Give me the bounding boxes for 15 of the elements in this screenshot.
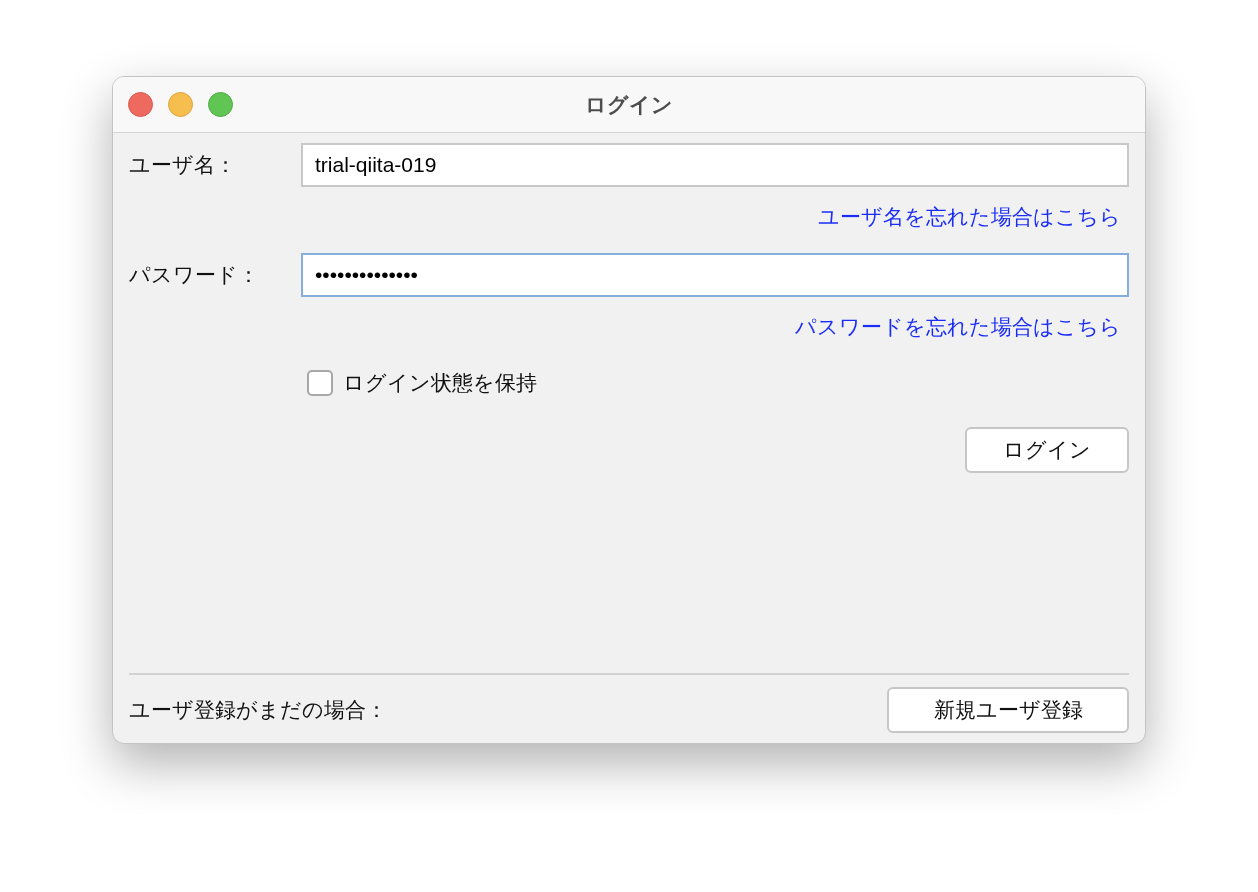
forgot-password-link[interactable]: パスワードを忘れた場合はこちら [795, 313, 1121, 341]
password-field[interactable]: •••••••••••••• [301, 253, 1129, 297]
login-button[interactable]: ログイン [965, 427, 1129, 473]
username-field[interactable]: trial-qiita-019 [301, 143, 1129, 187]
register-button[interactable]: 新規ユーザ登録 [887, 687, 1129, 733]
password-label: パスワード： [129, 262, 260, 288]
remember-label: ログイン状態を保持 [343, 370, 537, 396]
minimize-button[interactable] [168, 92, 193, 117]
forgot-username-link[interactable]: ユーザ名を忘れた場合はこちら [818, 203, 1121, 231]
close-button[interactable] [128, 92, 153, 117]
zoom-button[interactable] [208, 92, 233, 117]
remember-checkbox[interactable] [307, 370, 333, 396]
username-label: ユーザ名： [129, 152, 237, 178]
register-prompt: ユーザ登録がまだの場合： [129, 697, 387, 723]
window-title: ログイン [585, 92, 673, 116]
